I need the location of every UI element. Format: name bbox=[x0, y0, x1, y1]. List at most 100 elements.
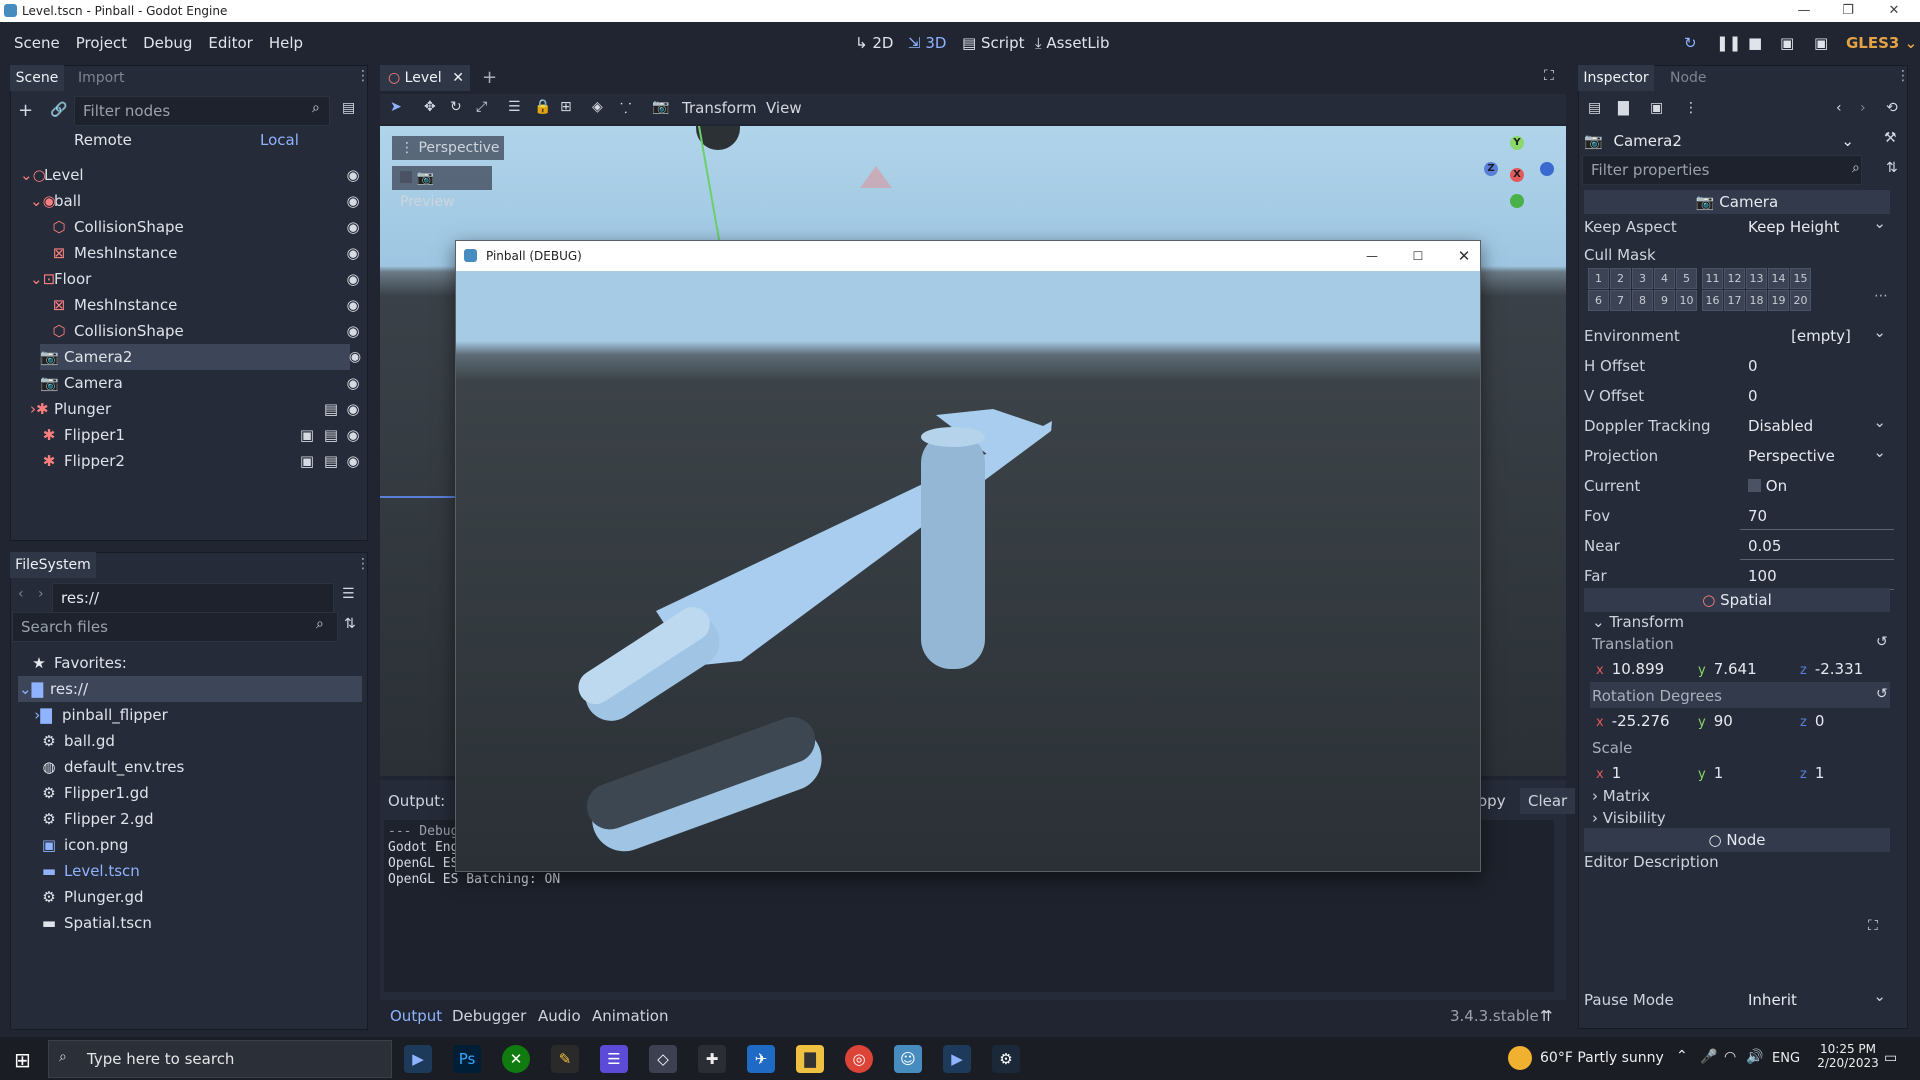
cull-layer[interactable]: 5 bbox=[1676, 268, 1697, 289]
tree-node-collisionshape[interactable]: ⬡ CollisionShape ◉ bbox=[50, 318, 390, 344]
fs-item-flipper1-gd[interactable]: ⚙ Flipper1.gd bbox=[40, 780, 380, 806]
list-select-icon[interactable]: ☰ bbox=[508, 99, 521, 115]
clapper-icon[interactable]: ▣ bbox=[300, 422, 314, 448]
path-field[interactable]: res:// bbox=[52, 583, 334, 613]
clapper-icon[interactable]: ▣ bbox=[300, 448, 314, 474]
game-window[interactable]: Pinball (DEBUG) — ☐ ✕ bbox=[455, 240, 1481, 872]
cull-layer[interactable]: 13 bbox=[1746, 268, 1767, 289]
scale-tool-icon[interactable]: ⤢ bbox=[476, 99, 487, 115]
visibility-eye-icon[interactable]: ◉ bbox=[342, 344, 368, 370]
file-explorer-icon[interactable]: ▇ bbox=[796, 1045, 824, 1073]
fs-root-folder[interactable]: ⌄▇ res:// bbox=[18, 676, 362, 702]
tree-node-camera[interactable]: 📷 Camera ◉ bbox=[40, 370, 366, 396]
dock-menu-icon[interactable]: ⋮ bbox=[1896, 68, 1910, 84]
rotation-x[interactable]: x -25.276 bbox=[1596, 708, 1670, 734]
select-tool-icon[interactable]: ➤ bbox=[390, 99, 402, 115]
translation-z[interactable]: z -2.331 bbox=[1800, 656, 1863, 682]
move-tool-icon[interactable]: ✥ bbox=[424, 99, 436, 115]
tree-node-camera2[interactable]: 📷 Camera2 bbox=[40, 344, 350, 370]
fs-item-flipper2-gd[interactable]: ⚙ Flipper 2.gd bbox=[40, 806, 380, 832]
pause-mode-select[interactable]: Inherit bbox=[1740, 982, 1894, 1014]
visibility-eye-icon[interactable]: ◉ bbox=[340, 370, 366, 396]
h-offset-field[interactable]: 0 bbox=[1740, 352, 1894, 380]
cull-layer[interactable]: 17 bbox=[1724, 290, 1745, 311]
collapse-panel-icon[interactable]: ⇈ bbox=[1540, 1005, 1553, 1027]
cull-layer[interactable]: 3 bbox=[1632, 268, 1653, 289]
clock[interactable]: 10:25 PM 2/20/2023 bbox=[1816, 1042, 1880, 1070]
workspace-script-button[interactable]: ▤ Script bbox=[962, 22, 1024, 64]
cull-layer[interactable]: 7 bbox=[1610, 290, 1631, 311]
play-scene-icon[interactable]: ▣ bbox=[1780, 22, 1794, 64]
windows-start-icon[interactable]: ⊞ bbox=[14, 1048, 31, 1072]
preview-toggle[interactable]: 📷 Preview bbox=[392, 166, 492, 210]
cull-layer[interactable]: 6 bbox=[1588, 290, 1609, 311]
visibility-eye-icon[interactable]: ◉ bbox=[340, 292, 366, 318]
camera-icon[interactable]: 📷 bbox=[652, 99, 669, 115]
minimize-icon[interactable]: — bbox=[1360, 241, 1384, 271]
tree-node-meshinstance[interactable]: ⊠ MeshInstance ◉ bbox=[50, 292, 390, 318]
xbox-icon[interactable]: ✕ bbox=[502, 1045, 530, 1073]
expand-icon[interactable]: ⛶ bbox=[1868, 918, 1878, 934]
close-icon[interactable]: ✕ bbox=[1872, 0, 1916, 22]
cull-layer[interactable]: 4 bbox=[1654, 268, 1675, 289]
save-icon[interactable]: ▣ bbox=[1650, 100, 1663, 116]
rotate-tool-icon[interactable]: ↻ bbox=[450, 99, 462, 115]
rotation-y[interactable]: y 90 bbox=[1698, 708, 1733, 734]
cull-layer[interactable]: 15 bbox=[1790, 268, 1811, 289]
local-button[interactable]: Local bbox=[260, 131, 299, 149]
fs-item-ball-gd[interactable]: ⚙ ball.gd bbox=[40, 728, 380, 754]
tab-filesystem[interactable]: FileSystem bbox=[10, 552, 96, 578]
menu-project[interactable]: Project bbox=[68, 34, 135, 52]
tree-node-meshinstance[interactable]: ⊠ MeshInstance ◉ bbox=[50, 240, 390, 266]
tab-import[interactable]: Import bbox=[78, 65, 124, 91]
reset-icon[interactable]: ↺ bbox=[1876, 686, 1888, 702]
taskbar-search[interactable]: ⌕ Type here to search bbox=[48, 1040, 392, 1078]
open-folder-icon[interactable]: ▇ bbox=[1618, 100, 1629, 116]
script-attach-icon[interactable]: ▤ bbox=[342, 100, 355, 116]
fs-item-icon-png[interactable]: ▣ icon.png bbox=[40, 832, 380, 858]
play-custom-icon[interactable]: ▣ bbox=[1814, 22, 1828, 64]
godot-console-icon[interactable]: ▶ bbox=[404, 1045, 432, 1073]
dock-menu-icon[interactable]: ⋮ bbox=[356, 68, 370, 84]
visibility-eye-icon[interactable]: ◉ bbox=[340, 396, 366, 422]
new-resource-icon[interactable]: ▤ bbox=[1588, 100, 1601, 116]
fs-item-pinball-flipper[interactable]: ›▇ pinball_flipper bbox=[30, 702, 370, 728]
visibility-eye-icon[interactable]: ◉ bbox=[340, 318, 366, 344]
visibility-eye-icon[interactable]: ◉ bbox=[340, 240, 366, 266]
history-back-icon[interactable]: ‹ bbox=[1836, 100, 1842, 116]
visibility-eye-icon[interactable]: ◉ bbox=[340, 214, 366, 240]
clear-button[interactable]: Clear bbox=[1520, 788, 1576, 814]
volume-icon[interactable]: 🔊 bbox=[1746, 1049, 1763, 1065]
transform-menu[interactable]: Transform bbox=[682, 99, 757, 117]
visibility-eye-icon[interactable]: ◉ bbox=[340, 448, 366, 474]
visibility-eye-icon[interactable]: ◉ bbox=[340, 422, 366, 448]
tree-node-collisionshape[interactable]: ⬡ CollisionShape ◉ bbox=[50, 214, 390, 240]
workspace-assetlib-button[interactable]: ⤓ AssetLib bbox=[1035, 22, 1109, 64]
bottom-tab-animation[interactable]: Animation bbox=[592, 1005, 668, 1027]
chrome-icon[interactable]: ◎ bbox=[845, 1045, 873, 1073]
cull-layer[interactable]: 14 bbox=[1768, 268, 1789, 289]
local-space-icon[interactable]: ◈ bbox=[592, 99, 603, 115]
script-icon[interactable]: ▤ bbox=[324, 448, 338, 474]
filter-nodes-input[interactable]: Filter nodes bbox=[74, 96, 330, 126]
cull-layer[interactable]: 18 bbox=[1746, 290, 1767, 311]
photoshop-icon[interactable]: Ps bbox=[453, 1045, 481, 1073]
maximize-icon[interactable]: ☐ bbox=[1406, 241, 1430, 271]
weather-text[interactable]: 60°F Partly sunny bbox=[1540, 1050, 1664, 1066]
restore-icon[interactable]: ❐ bbox=[1826, 0, 1870, 22]
new-tab-icon[interactable]: + bbox=[482, 65, 497, 91]
scale-z[interactable]: z1 bbox=[1800, 760, 1824, 786]
search-files-input[interactable]: Search files bbox=[12, 612, 338, 642]
fs-item-spatial-tscn[interactable]: ▬ Spatial.tscn bbox=[40, 910, 380, 936]
fs-item-default-env[interactable]: ◍ default_env.tres bbox=[40, 754, 380, 780]
forward-icon[interactable]: › bbox=[38, 586, 44, 602]
tree-node-level[interactable]: ⌄○ Level ◉ bbox=[20, 162, 360, 188]
godot-console-icon[interactable]: ▶ bbox=[943, 1045, 971, 1073]
chevron-up-icon[interactable]: ⌃ bbox=[1676, 1048, 1688, 1064]
cull-layer[interactable]: 20 bbox=[1790, 290, 1811, 311]
sort-icon[interactable]: ⇅ bbox=[344, 616, 356, 632]
near-slider[interactable]: 0.05 bbox=[1740, 532, 1894, 560]
split-view-icon[interactable]: ☰ bbox=[342, 586, 355, 602]
copy-button[interactable]: opy bbox=[1478, 792, 1506, 810]
menu-editor[interactable]: Editor bbox=[200, 34, 260, 52]
